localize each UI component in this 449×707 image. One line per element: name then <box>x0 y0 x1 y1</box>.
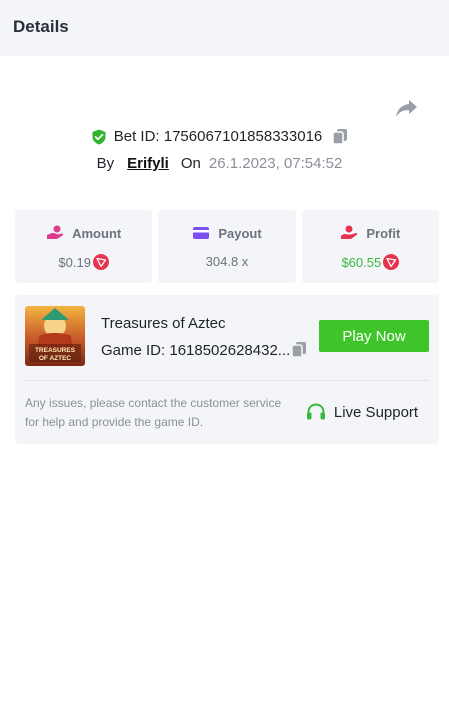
card-icon <box>193 227 210 239</box>
payout-value: 304.8 x <box>205 254 249 269</box>
tron-coin-icon <box>383 254 400 270</box>
page-title: Details <box>13 17 69 36</box>
payout-card: Payout 304.8 x <box>158 210 296 283</box>
game-id: Game ID: 1618502628432... <box>101 342 291 359</box>
profit-hand-icon <box>341 225 358 239</box>
bet-id-text: Bet ID: 1756067101858333016 <box>113 128 323 145</box>
tron-coin-icon <box>92 254 109 270</box>
svg-text:OF AZTEC: OF AZTEC <box>39 355 72 362</box>
profit-label: Profit <box>366 225 401 241</box>
username-link[interactable]: Erifyli <box>127 155 169 172</box>
live-support-button[interactable]: Live Support <box>295 397 429 427</box>
bet-meta-row: By Erifyli On 26.1.2023, 07:54:52 <box>0 155 449 172</box>
profit-value: $60.55 <box>341 254 382 270</box>
amount-label: Amount <box>72 225 122 241</box>
headset-icon <box>306 403 325 420</box>
game-thumbnail[interactable]: TREASURES OF AZTEC <box>25 306 85 366</box>
svg-text:TREASURES: TREASURES <box>35 347 76 354</box>
header-bar: Details <box>0 0 449 56</box>
amount-value: $0.19 <box>58 254 91 270</box>
by-label: By <box>96 155 115 172</box>
bet-id-row: Bet ID: 1756067101858333016 <box>0 128 449 145</box>
on-label: On <box>180 155 201 172</box>
amount-card: Amount $0.19 <box>15 210 153 283</box>
profit-card: Profit $60.55 <box>301 210 439 283</box>
copy-game-id-icon[interactable] <box>291 341 307 358</box>
amount-hand-icon <box>47 225 64 239</box>
game-name: Treasures of Aztec <box>101 315 226 332</box>
play-now-button[interactable]: Play Now <box>319 320 429 352</box>
payout-label: Payout <box>218 225 262 241</box>
divider <box>25 380 429 381</box>
live-support-label: Live Support <box>333 403 419 421</box>
copy-icon[interactable] <box>332 128 348 145</box>
verified-shield-icon <box>92 129 106 144</box>
bet-datetime: 26.1.2023, 07:54:52 <box>208 155 343 172</box>
bet-stats: Amount $0.19 Payout 304.8 x Profit $60.5… <box>15 210 439 283</box>
support-note: Any issues, please contact the customer … <box>25 396 282 429</box>
share-icon[interactable] <box>395 97 419 119</box>
game-card: TREASURES OF AZTEC Treasures of Aztec Ga… <box>15 295 439 444</box>
